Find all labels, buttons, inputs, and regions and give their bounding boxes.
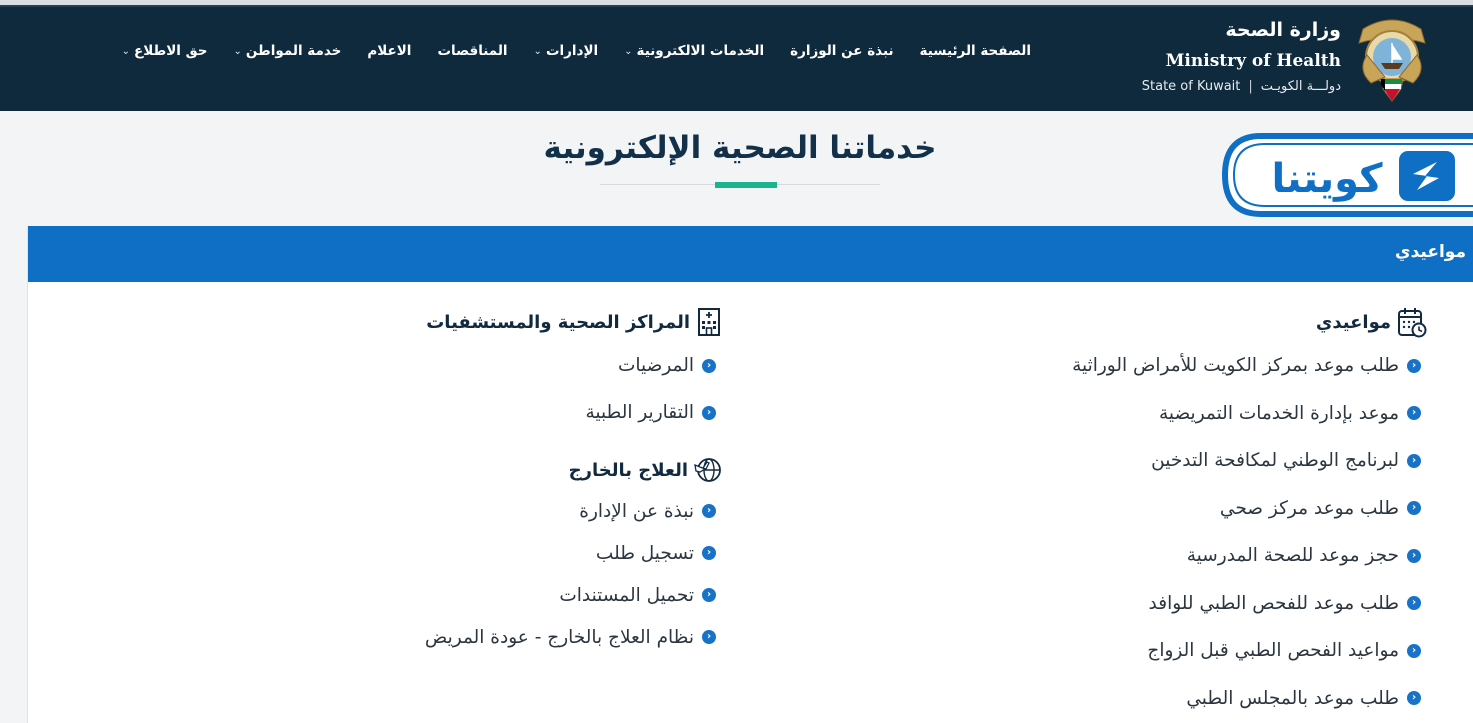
services-card: مواعيدي مواعيدي ‹ طلب موعد بمركز الكويت ل… xyxy=(27,226,1473,723)
link-medical-council-appointment[interactable]: ‹ طلب موعد بالمجلس الطبي xyxy=(827,675,1421,723)
link-label: تسجيل طلب xyxy=(595,542,694,564)
nav-tenders[interactable]: المناقصات xyxy=(437,43,507,59)
globe-plane-icon xyxy=(694,458,721,482)
nav-label: الاعلام xyxy=(367,43,412,59)
link-school-health-booking[interactable]: ‹ حجز موعد للصحة المدرسية xyxy=(827,532,1421,580)
link-label: طلب موعد بالمجلس الطبي xyxy=(1186,687,1399,709)
nav-label: المناقصات xyxy=(437,43,508,59)
ministry-brand[interactable]: وزارة الصحة Ministry of Health دولـــة ا… xyxy=(1053,13,1433,109)
card-header-label: مواعيدي xyxy=(1395,242,1466,262)
ministry-name-english: Ministry of Health xyxy=(1165,51,1341,71)
state-arabic: دولـــة الكويـت xyxy=(1260,79,1341,94)
appointments-links: ‹ طلب موعد بمركز الكويت للأمراض الوراثية … xyxy=(827,342,1427,722)
page-title: خدماتنا الصحية الإلكترونية xyxy=(543,130,937,166)
link-upload-documents[interactable]: ‹ تحميل المستندات xyxy=(262,574,716,616)
centers-column: المراكز الصحية والمستشفيات ‹ المرضيات ‹ ال… xyxy=(262,302,722,658)
arrow-circle-icon: ‹ xyxy=(702,630,716,644)
link-label: نبذة عن الإدارة xyxy=(579,500,694,522)
link-medical-reports[interactable]: ‹ التقارير الطبية xyxy=(262,389,716,436)
chevron-down-icon: ⌄ xyxy=(233,45,242,57)
nav-right-to-access[interactable]: حق الاطلاع ⌄ xyxy=(122,43,208,59)
arrow-circle-icon: ‹ xyxy=(702,546,716,560)
nav-about-ministry[interactable]: نبذة عن الوزارة xyxy=(790,43,893,59)
group-title-label: مواعيدي xyxy=(1315,311,1391,333)
arrow-circle-icon: ‹ xyxy=(1407,643,1421,658)
centers-links: ‹ المرضيات ‹ التقارير الطبية xyxy=(262,342,722,436)
centers-group-title: المراكز الصحية والمستشفيات xyxy=(262,302,722,342)
nav-departments[interactable]: الإدارات ⌄ xyxy=(534,43,599,59)
nav-media[interactable]: الاعلام xyxy=(367,43,411,59)
hospital-building-icon xyxy=(698,308,720,336)
nav-label: الصفحة الرئيسية xyxy=(919,43,1031,59)
nav-label: الخدمات الالكترونية xyxy=(636,43,765,59)
top-header: وزارة الصحة Ministry of Health دولـــة ا… xyxy=(0,0,1473,111)
state-english: State of Kuwait xyxy=(1141,79,1241,94)
brand-separator: | xyxy=(1248,79,1253,94)
link-premarital-exam[interactable]: ‹ مواعيد الفحص الطبي قبل الزواج xyxy=(827,627,1421,675)
nav-home[interactable]: الصفحة الرئيسية xyxy=(920,43,1031,59)
title-accent-bar xyxy=(715,182,777,188)
nav-label: خدمة المواطن xyxy=(245,43,342,59)
kuwait-emblem-icon xyxy=(1358,19,1426,102)
nav-label: حق الاطلاع xyxy=(134,43,208,59)
arrow-circle-icon: ‹ xyxy=(1407,501,1421,516)
link-health-center-appointment[interactable]: ‹ طلب موعد مركز صحي xyxy=(827,485,1421,533)
arrow-circle-icon: ‹ xyxy=(1407,406,1421,421)
link-genetic-diseases-appointment[interactable]: ‹ طلب موعد بمركز الكويت للأمراض الوراثية xyxy=(827,342,1421,390)
arrow-circle-icon: ‹ xyxy=(702,504,716,518)
main-nav: الصفحة الرئيسية نبذة عن الوزارة الخدمات … xyxy=(96,43,1031,59)
link-label: لبرنامج الوطني لمكافحة التدخين xyxy=(1151,450,1399,472)
link-label: مواعيد الفحص الطبي قبل الزواج xyxy=(1147,640,1399,662)
link-label: المرضيات xyxy=(617,355,694,376)
group-title-label: المراكز الصحية والمستشفيات xyxy=(426,311,690,333)
link-label: تحميل المستندات xyxy=(559,584,694,606)
nav-label: الإدارات xyxy=(545,43,599,59)
calendar-clock-icon xyxy=(1398,308,1427,338)
nav-label: نبذة عن الوزارة xyxy=(790,43,894,59)
kuwaitna-logo-text: كويتنا xyxy=(1271,156,1383,202)
arrow-circle-icon: ‹ xyxy=(1407,548,1421,563)
arrow-circle-icon: ‹ xyxy=(702,588,716,602)
link-nursing-services-appointment[interactable]: ‹ موعد بإدارة الخدمات التمريضية xyxy=(827,390,1421,438)
arrow-circle-icon: ‹ xyxy=(1407,596,1421,611)
link-label: حجز موعد للصحة المدرسية xyxy=(1186,545,1399,567)
arrow-circle-icon: ‹ xyxy=(1407,358,1421,373)
appointments-column: مواعيدي ‹ طلب موعد بمركز الكويت للأمراض ا… xyxy=(827,302,1427,722)
chevron-down-icon: ⌄ xyxy=(121,45,131,57)
arrow-circle-icon: ‹ xyxy=(702,358,716,373)
appointments-group-title: مواعيدي xyxy=(827,302,1427,342)
link-label: طلب موعد مركز صحي xyxy=(1219,497,1399,519)
link-register-request[interactable]: ‹ تسجيل طلب xyxy=(262,532,716,574)
link-label: طلب موعد للفحص الطبي للوافد xyxy=(1148,592,1399,614)
abroad-group-title: العلاج بالخارج xyxy=(262,450,722,490)
link-sick-leaves[interactable]: ‹ المرضيات xyxy=(262,342,716,389)
arrow-circle-icon: ‹ xyxy=(702,405,716,420)
link-patient-return-system[interactable]: ‹ نظام العلاج بالخارج - عودة المريض xyxy=(262,616,716,658)
link-label: طلب موعد بمركز الكويت للأمراض الوراثية xyxy=(1072,355,1399,377)
link-about-department[interactable]: ‹ نبذة عن الإدارة xyxy=(262,490,716,532)
link-label: موعد بإدارة الخدمات التمريضية xyxy=(1159,402,1399,424)
arrow-circle-icon: ‹ xyxy=(1407,453,1421,468)
nav-citizen-service[interactable]: خدمة المواطن ⌄ xyxy=(234,43,342,59)
link-anti-smoking-program[interactable]: ‹ لبرنامج الوطني لمكافحة التدخين xyxy=(827,437,1421,485)
link-expat-medical-exam[interactable]: ‹ طلب موعد للفحص الطبي للوافد xyxy=(827,580,1421,628)
ministry-name-arabic: وزارة الصحة xyxy=(1225,19,1341,41)
arrow-circle-icon: ‹ xyxy=(1407,691,1421,706)
kuwaitna-logo[interactable]: كويتنا xyxy=(1221,132,1473,218)
nav-e-services[interactable]: الخدمات الالكترونية ⌄ xyxy=(624,43,764,59)
abroad-links: ‹ نبذة عن الإدارة ‹ تسجيل طلب ‹ تحميل المست… xyxy=(262,490,722,658)
chevron-down-icon: ⌄ xyxy=(533,45,542,57)
chevron-down-icon: ⌄ xyxy=(624,45,633,57)
link-label: التقارير الطبية xyxy=(585,402,694,423)
state-of-kuwait-line: دولـــة الكويـت | State of Kuwait xyxy=(1142,79,1341,94)
link-label: نظام العلاج بالخارج - عودة المريض xyxy=(424,626,694,648)
group-title-label: العلاج بالخارج xyxy=(568,459,688,481)
card-header[interactable]: مواعيدي xyxy=(28,226,1473,282)
